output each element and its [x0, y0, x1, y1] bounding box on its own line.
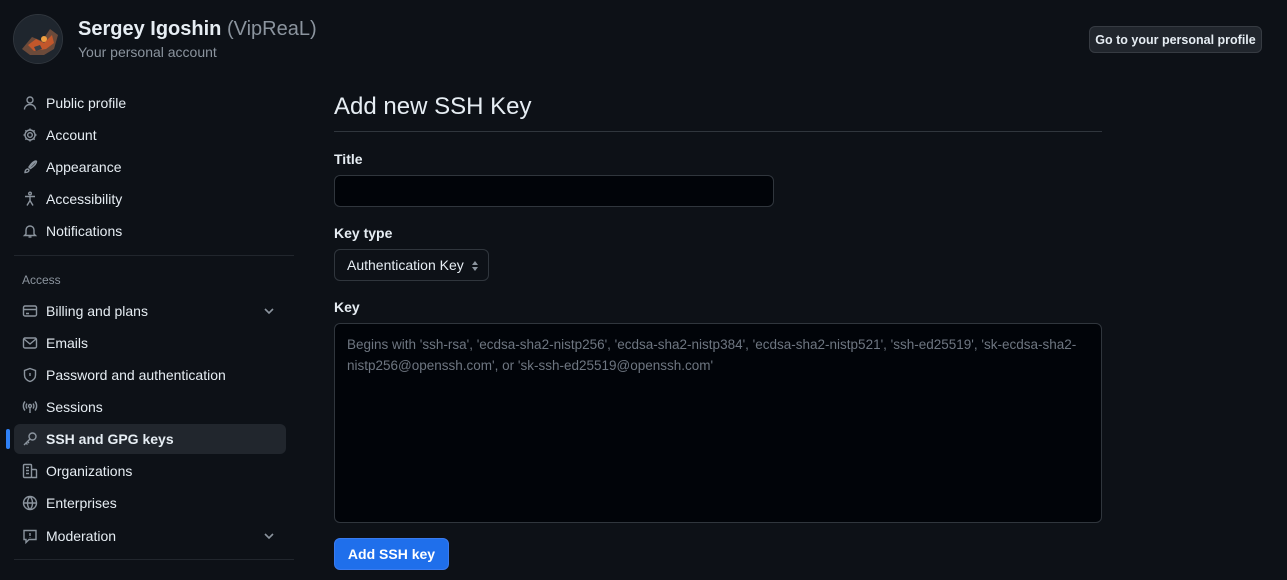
page-title: Add new SSH Key: [334, 93, 532, 120]
add-ssh-key-button[interactable]: Add SSH key: [334, 538, 449, 570]
avatar[interactable]: [13, 14, 63, 64]
sidebar-item-label: Accessibility: [46, 191, 123, 207]
paintbrush-icon: [22, 159, 38, 175]
gear-icon: [22, 127, 38, 143]
settings-page: Sergey Igoshin (VipReaL) Your personal a…: [0, 0, 1287, 580]
sidebar-item-billing[interactable]: Billing and plans: [14, 296, 286, 326]
user-login: (VipReaL): [226, 18, 317, 40]
sidebar-item-account[interactable]: Account: [14, 120, 286, 150]
title-field-label: Title: [334, 151, 363, 167]
sidebar-item-accessibility[interactable]: Accessibility: [14, 184, 286, 214]
account-header: Sergey Igoshin (VipReaL) Your personal a…: [0, 0, 1287, 72]
sidebar-item-appearance[interactable]: Appearance: [14, 152, 286, 182]
sidebar-item-label: Account: [46, 127, 97, 143]
key-type-select[interactable]: Authentication Key: [334, 249, 489, 281]
user-full-name: Sergey Igoshin: [78, 18, 222, 40]
organization-icon: [22, 463, 38, 479]
sidebar-item-label: Notifications: [46, 223, 123, 239]
globe-icon: [22, 495, 38, 511]
sidebar-item-moderation[interactable]: Moderation: [14, 521, 286, 551]
shield-icon: [22, 367, 38, 383]
sidebar-item-label: Moderation: [46, 528, 117, 544]
accessibility-icon: [22, 191, 38, 207]
sidebar-item-public-profile[interactable]: Public profile: [14, 88, 286, 118]
person-icon: [22, 95, 38, 111]
sidebar-item-sessions[interactable]: Sessions: [14, 392, 286, 422]
sidebar-item-emails[interactable]: Emails: [14, 328, 286, 358]
sidebar-item-organizations[interactable]: Organizations: [14, 456, 286, 486]
sidebar-item-label: Password and authentication: [46, 367, 226, 383]
sidebar-item-ssh-gpg-keys[interactable]: SSH and GPG keys: [6, 424, 286, 454]
chevron-down-icon[interactable]: [262, 529, 276, 543]
sidebar-item-enterprises[interactable]: Enterprises: [14, 488, 286, 518]
sidebar-item-label: Billing and plans: [46, 303, 148, 319]
sidebar-item-label: SSH and GPG keys: [46, 431, 174, 447]
sidebar-item-notifications[interactable]: Notifications: [14, 216, 286, 246]
sidebar-item-label: Organizations: [46, 463, 133, 479]
sidebar-group-access: Access: [22, 273, 61, 287]
active-indicator: [6, 429, 10, 449]
broadcast-icon: [22, 399, 38, 415]
sidebar-item-label: Emails: [46, 335, 89, 351]
chevron-down-icon[interactable]: [262, 304, 276, 318]
select-arrows-icon: [472, 261, 478, 271]
mail-icon: [22, 335, 38, 351]
key-textarea[interactable]: [334, 323, 1102, 523]
sidebar-item-label: Appearance: [46, 159, 122, 175]
go-to-profile-button[interactable]: Go to your personal profile: [1089, 26, 1262, 53]
report-icon: [22, 528, 38, 544]
sidebar-item-label: Sessions: [46, 399, 103, 415]
user-display-name: Sergey Igoshin (VipReaL): [78, 18, 317, 41]
title-divider: [334, 131, 1102, 132]
sidebar-divider: [14, 559, 294, 560]
key-type-selected-value: Authentication Key: [347, 257, 464, 273]
sidebar-divider: [14, 255, 294, 256]
sidebar-item-password-auth[interactable]: Password and authentication: [14, 360, 286, 390]
credit-card-icon: [22, 303, 38, 319]
account-type-label: Your personal account: [78, 44, 217, 60]
sidebar-item-label: Public profile: [46, 95, 127, 111]
key-type-label: Key type: [334, 225, 393, 241]
title-input[interactable]: [334, 175, 774, 207]
key-icon: [22, 431, 38, 447]
sidebar-item-label: Enterprises: [46, 495, 117, 511]
bell-icon: [22, 223, 38, 239]
key-field-label: Key: [334, 299, 360, 315]
